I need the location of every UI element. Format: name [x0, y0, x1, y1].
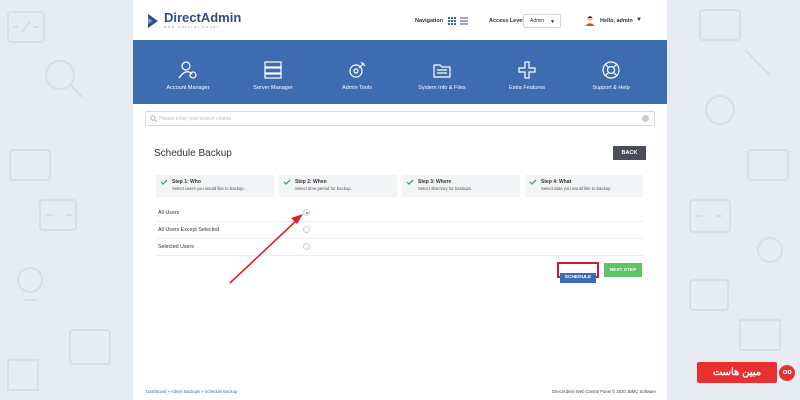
step-3[interactable]: Step 3: Where Select directory for backu… [402, 175, 520, 197]
search-icon [150, 115, 157, 122]
step-1[interactable]: Step 1: Who Select users you would like … [156, 175, 274, 197]
check-icon [160, 179, 168, 185]
top-bar: DirectAdmin web control panel Navigation… [133, 0, 667, 40]
server-icon [264, 61, 282, 79]
nav-label: Account Manager [166, 85, 210, 91]
step-2[interactable]: Step 2: When Select time period for back… [279, 175, 397, 197]
list-view-icon[interactable] [460, 17, 468, 25]
tools-icon [349, 61, 366, 78]
next-step-button[interactable]: NEXT STEP [604, 263, 642, 277]
check-icon [529, 179, 537, 185]
nav-label: Support & Help [592, 85, 630, 91]
navigation-view-toggle [448, 17, 468, 25]
breadcrumb-item-admin-backups[interactable]: Admin Backups [171, 389, 200, 394]
nav-label: System Info & Files [418, 85, 466, 91]
access-level-value: Admin [530, 18, 545, 24]
radio-selected-users[interactable] [303, 243, 310, 250]
check-icon [283, 179, 291, 185]
user-menu-caret-icon[interactable]: ▼ [636, 17, 642, 23]
logo[interactable]: DirectAdmin web control panel [146, 10, 242, 29]
avatar[interactable] [585, 15, 595, 26]
step-description: Select users you would like to backup. [172, 186, 245, 191]
user-selection-options: All Users All Users Except Selected Sele… [156, 205, 643, 256]
step-description: Select directory for backups. [418, 186, 473, 191]
grid-view-icon[interactable] [448, 17, 456, 25]
step-description: Select time period for backup. [295, 186, 352, 191]
option-label: All Users [158, 210, 180, 216]
check-icon [406, 179, 414, 185]
logo-mark-icon [148, 13, 158, 28]
page-title: Schedule Backup [154, 148, 232, 159]
nav-system-info[interactable]: System Info & Files [402, 60, 482, 91]
nav-server-manager[interactable]: Server Manager [233, 60, 313, 91]
schedule-button[interactable]: SCHEDULE [560, 272, 596, 283]
nav-account-manager[interactable]: Account Manager [148, 60, 228, 91]
main-nav-band: Account Manager Server Manager Admin Too… [133, 40, 667, 104]
main-panel: DirectAdmin web control panel Navigation… [133, 0, 667, 400]
wizard-steps: Step 1: Who Select users you would like … [156, 175, 643, 197]
nav-support-help[interactable]: Support & Help [571, 60, 651, 91]
nav-extra-features[interactable]: Extra Features [487, 60, 567, 91]
radio-all-except-selected[interactable] [303, 226, 310, 233]
step-title: Step 4: What [541, 179, 572, 185]
navigation-label: Navigation [415, 18, 444, 24]
nav-label: Admin Tools [342, 85, 372, 91]
schedule-highlight-box: SCHEDULE [557, 262, 599, 283]
nav-label: Server Manager [253, 85, 293, 91]
user-gear-icon [178, 61, 197, 79]
nav-admin-tools[interactable]: Admin Tools [317, 60, 397, 91]
step-4[interactable]: Step 4: What Select data you would like … [525, 175, 643, 197]
copyright-text: DirectAdmin Web Control Panel © 2020 JBM… [551, 389, 656, 394]
search-bar [145, 111, 655, 126]
folder-icon [433, 64, 451, 78]
step-title: Step 2: When [295, 179, 327, 185]
option-row-selected-users[interactable]: Selected Users [156, 239, 643, 256]
breadcrumb-item-dashboard[interactable]: Dashboard [146, 389, 167, 394]
radio-all-users[interactable] [303, 209, 310, 216]
plus-icon [518, 61, 536, 79]
option-row-all-users[interactable]: All Users [156, 205, 643, 222]
option-label: All Users Except Selected [158, 227, 219, 233]
breadcrumb: Dashboard » Admin Backups » Schedule Bac… [146, 389, 237, 394]
watermark: مبین هاست [697, 362, 777, 383]
brand-name: DirectAdmin [164, 10, 242, 25]
chevron-down-icon: ▼ [550, 19, 555, 25]
step-description: Select data you would like to backup. [541, 186, 612, 191]
breadcrumb-item-schedule-backup: Schedule Backup [204, 389, 238, 394]
access-level-label: Access Level [489, 18, 524, 24]
search-input[interactable] [159, 114, 629, 124]
access-level-select[interactable]: Admin ▼ [523, 14, 561, 28]
step-title: Step 3: Where [418, 179, 452, 185]
lifebuoy-icon [602, 61, 620, 79]
option-label: Selected Users [158, 244, 194, 250]
mascot-icon [779, 365, 795, 381]
step-title: Step 1: Who [172, 179, 201, 185]
option-row-all-except[interactable]: All Users Except Selected [156, 222, 643, 239]
nav-label: Extra Features [508, 85, 546, 91]
user-greeting[interactable]: Hello, admin [600, 18, 633, 24]
back-button[interactable]: BACK [613, 146, 646, 160]
clear-search-icon[interactable] [642, 115, 649, 122]
